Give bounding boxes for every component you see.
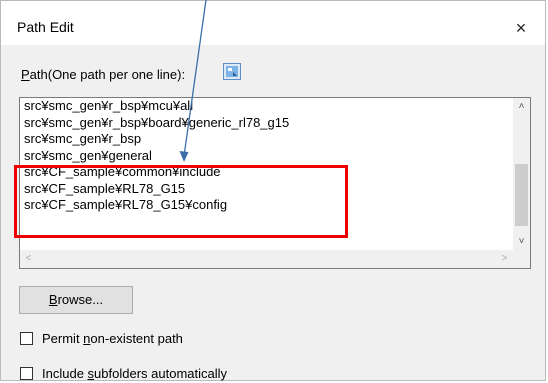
- scroll-up-icon[interactable]: ˄: [513, 98, 530, 115]
- dialog-title: Path Edit: [17, 19, 74, 35]
- highlight-annotation: [14, 165, 348, 238]
- path-line[interactable]: src¥smc_gen¥general: [24, 148, 504, 165]
- scroll-right-icon[interactable]: >: [496, 250, 513, 268]
- browse-label: rowse...: [57, 292, 104, 307]
- checkbox-box[interactable]: [20, 367, 33, 380]
- path-label: Path(One path per one line):: [21, 67, 185, 82]
- path-line[interactable]: src¥smc_gen¥r_bsp¥board¥generic_rl78_g15: [24, 115, 504, 132]
- scroll-corner: [513, 250, 530, 268]
- vertical-scroll-thumb[interactable]: [515, 164, 528, 226]
- checkbox-label: Permit non-existent path: [42, 331, 183, 346]
- close-icon: ×: [515, 18, 527, 38]
- path-line[interactable]: src¥smc_gen¥r_bsp¥mcu¥all: [24, 98, 504, 115]
- title-bar: Path Edit ×: [1, 1, 545, 41]
- checkbox-label: Include subfolders automatically: [42, 366, 227, 381]
- checkbox-box[interactable]: [20, 332, 33, 345]
- scroll-left-icon[interactable]: <: [20, 250, 37, 268]
- checkbox-label-post: ubfolders automatically: [94, 366, 228, 381]
- browse-button[interactable]: Browse...: [19, 286, 133, 314]
- path-label-accel: P: [21, 67, 30, 82]
- path-label-text: ath(One path per one line):: [29, 67, 186, 82]
- checkbox-label-post: on-existent path: [90, 331, 183, 346]
- browse-accel: B: [48, 292, 58, 307]
- close-button[interactable]: ×: [497, 13, 545, 43]
- checkbox-label-pre: Permit: [42, 331, 84, 346]
- horizontal-scrollbar[interactable]: < >: [20, 250, 513, 268]
- path-line[interactable]: src¥smc_gen¥r_bsp: [24, 131, 504, 148]
- help-icon[interactable]: [223, 63, 241, 80]
- vertical-scrollbar[interactable]: ˄ ˅: [513, 98, 530, 250]
- scroll-down-icon[interactable]: ˅: [513, 233, 530, 250]
- checkbox-label-pre: Include: [42, 366, 88, 381]
